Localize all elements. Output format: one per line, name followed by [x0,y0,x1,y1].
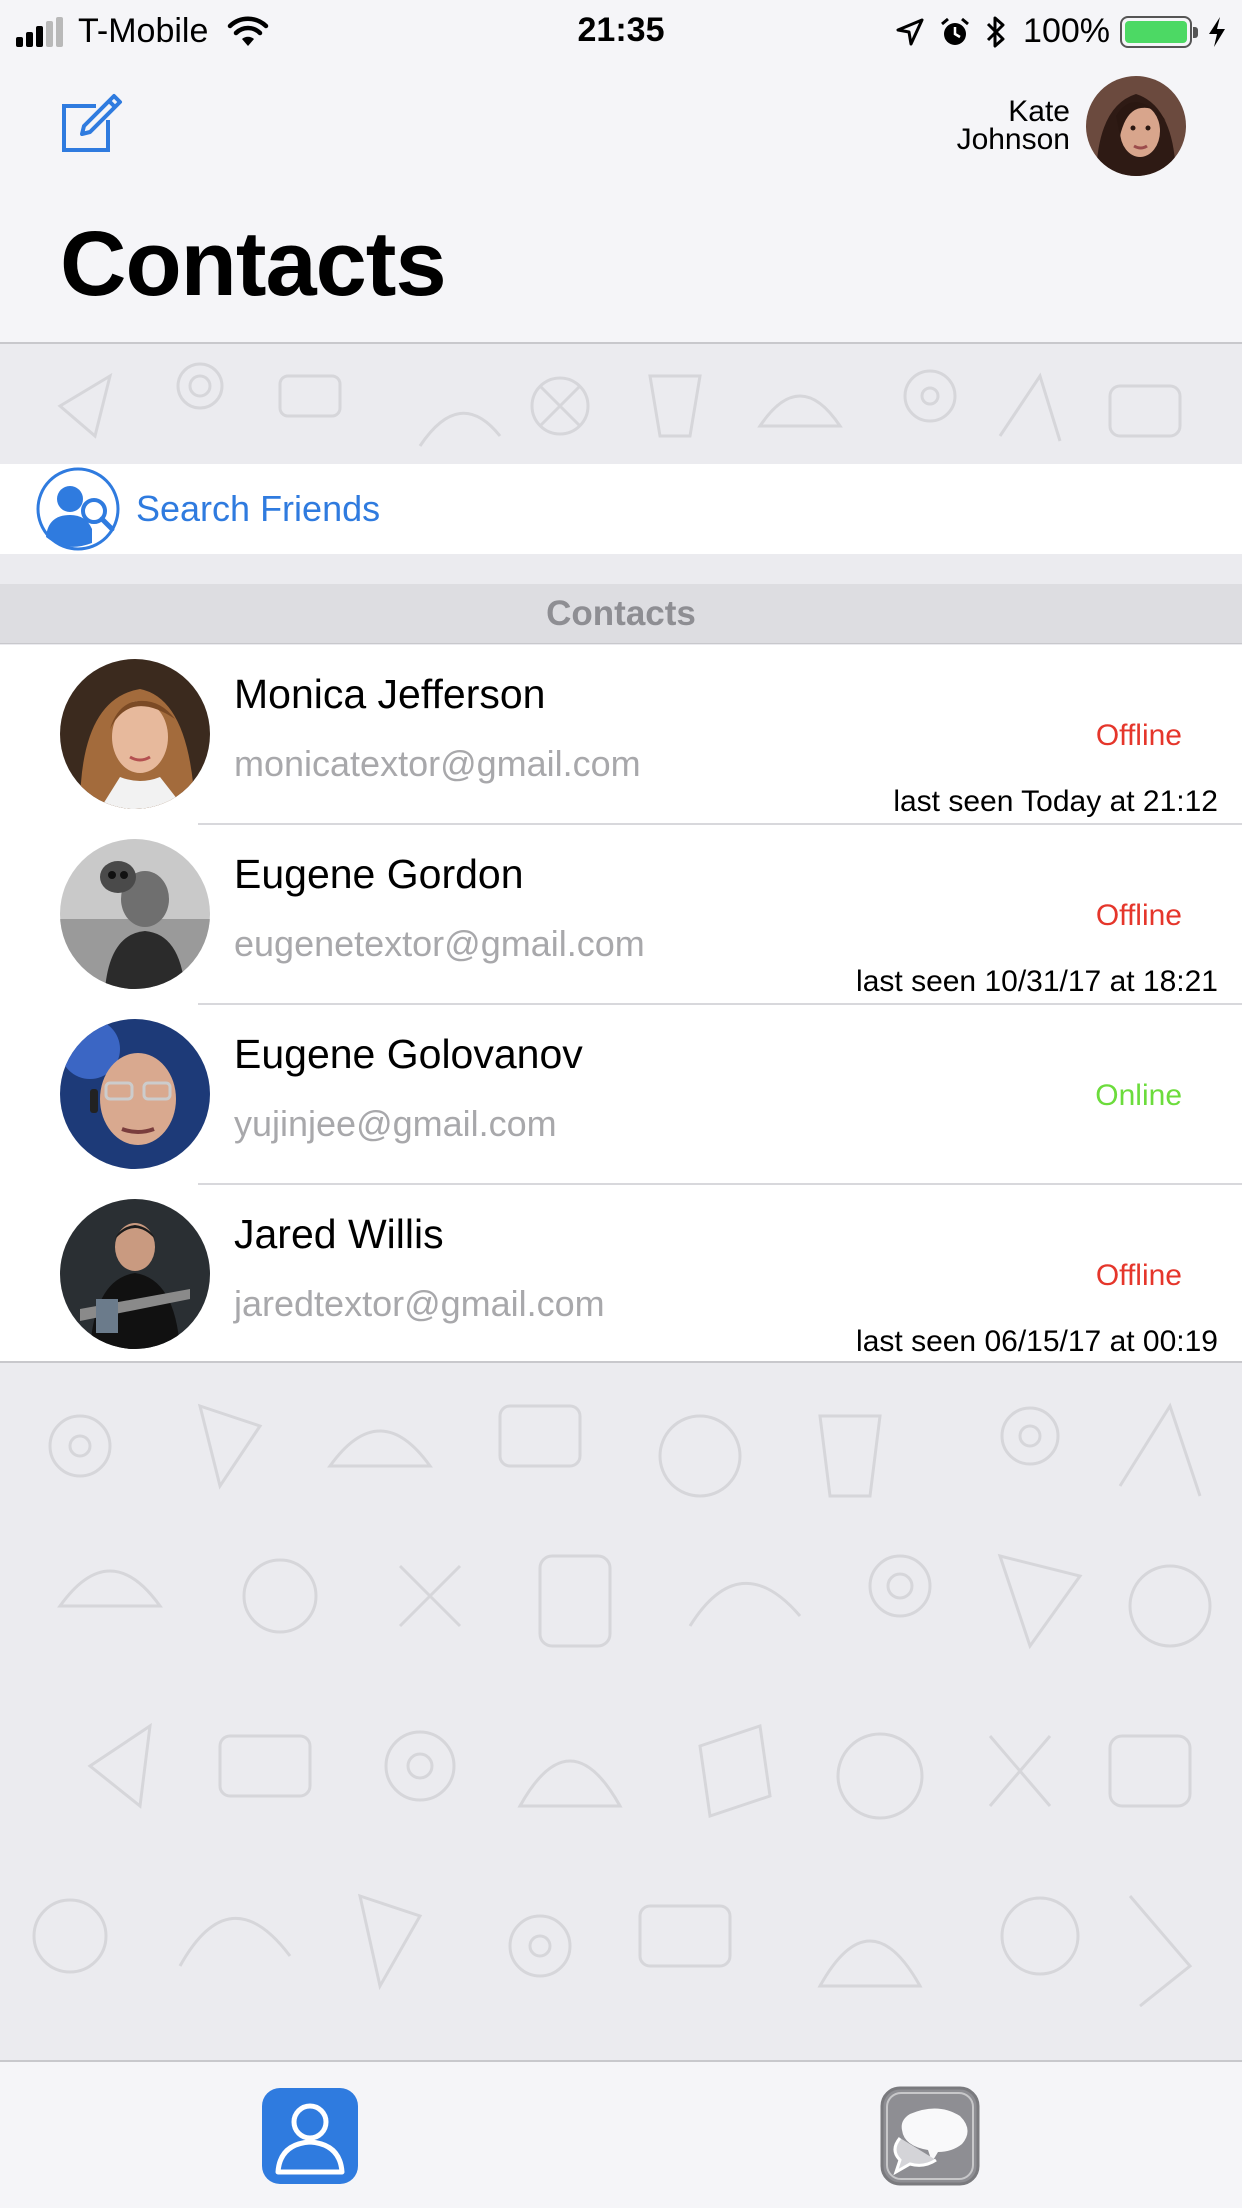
background-pattern [0,346,1242,464]
contact-name: Monica Jefferson [234,671,546,717]
contact-row[interactable]: Eugene Golovanov yujinjee@gmail.com Onli… [0,1005,1242,1185]
contact-row[interactable]: Jared Willis jaredtextor@gmail.com Offli… [0,1185,1242,1365]
contact-name: Eugene Gordon [234,851,524,897]
contact-avatar [60,839,210,989]
location-icon [896,18,924,45]
contact-email: jaredtextor@gmail.com [234,1283,605,1324]
alarm-icon [941,17,969,45]
nav-header: Kate Johnson Contacts [0,62,1242,344]
doodle-pattern [57,362,1182,447]
doodle-pattern [32,1402,1212,2008]
contact-status: Offline [1095,1259,1182,1292]
contact-email: eugenetextor@gmail.com [234,923,645,964]
profile-button[interactable]: Kate Johnson [957,76,1186,176]
contact-last-seen: last seen 10/31/17 at 18:21 [856,965,1218,998]
background-pattern-lower [0,1366,1242,2058]
search-friends-label: Search Friends [136,488,381,529]
profile-last-name: Johnson [956,123,1070,156]
contact-avatar [60,1019,210,1169]
status-bar: T-Mobile 21:35 100% [0,0,1242,62]
contact-last-seen: last seen Today at 21:12 [893,785,1218,818]
contact-last-seen: last seen 06/15/17 at 00:19 [856,1325,1218,1358]
profile-avatar[interactable] [1086,76,1186,176]
contact-row[interactable]: Monica Jefferson monicatextor@gmail.com … [0,645,1242,825]
contact-avatar [60,659,210,809]
contact-email: yujinjee@gmail.com [234,1103,557,1144]
contact-email: monicatextor@gmail.com [234,743,641,784]
status-right: 100% [881,12,1228,51]
contact-name: Jared Willis [234,1211,444,1257]
contact-avatar [60,1199,210,1349]
battery-icon [1120,15,1198,48]
contact-status: Offline [1095,719,1182,752]
tab-bar [0,2060,1242,2208]
contacts-tab-icon[interactable] [260,2086,360,2186]
bluetooth-icon [986,16,1005,47]
contact-status: Online [1095,1079,1182,1112]
contact-list: Monica Jefferson monicatextor@gmail.com … [0,645,1242,1363]
contact-status: Offline [1095,899,1182,932]
profile-name: Kate Johnson [956,95,1070,156]
chats-tab-icon[interactable] [880,2086,980,2186]
battery-percent: 100% [1023,12,1110,50]
search-friends-icon [36,467,120,551]
compose-icon[interactable] [58,92,124,158]
profile-first-name: Kate [1008,95,1070,128]
contact-row[interactable]: Eugene Gordon eugenetextor@gmail.com Off… [0,825,1242,1005]
section-header-contacts: Contacts [0,584,1242,644]
charging-icon [1209,16,1225,47]
search-friends-button[interactable]: Search Friends [0,464,1242,554]
page-title: Contacts [60,213,447,315]
contact-name: Eugene Golovanov [234,1031,583,1077]
